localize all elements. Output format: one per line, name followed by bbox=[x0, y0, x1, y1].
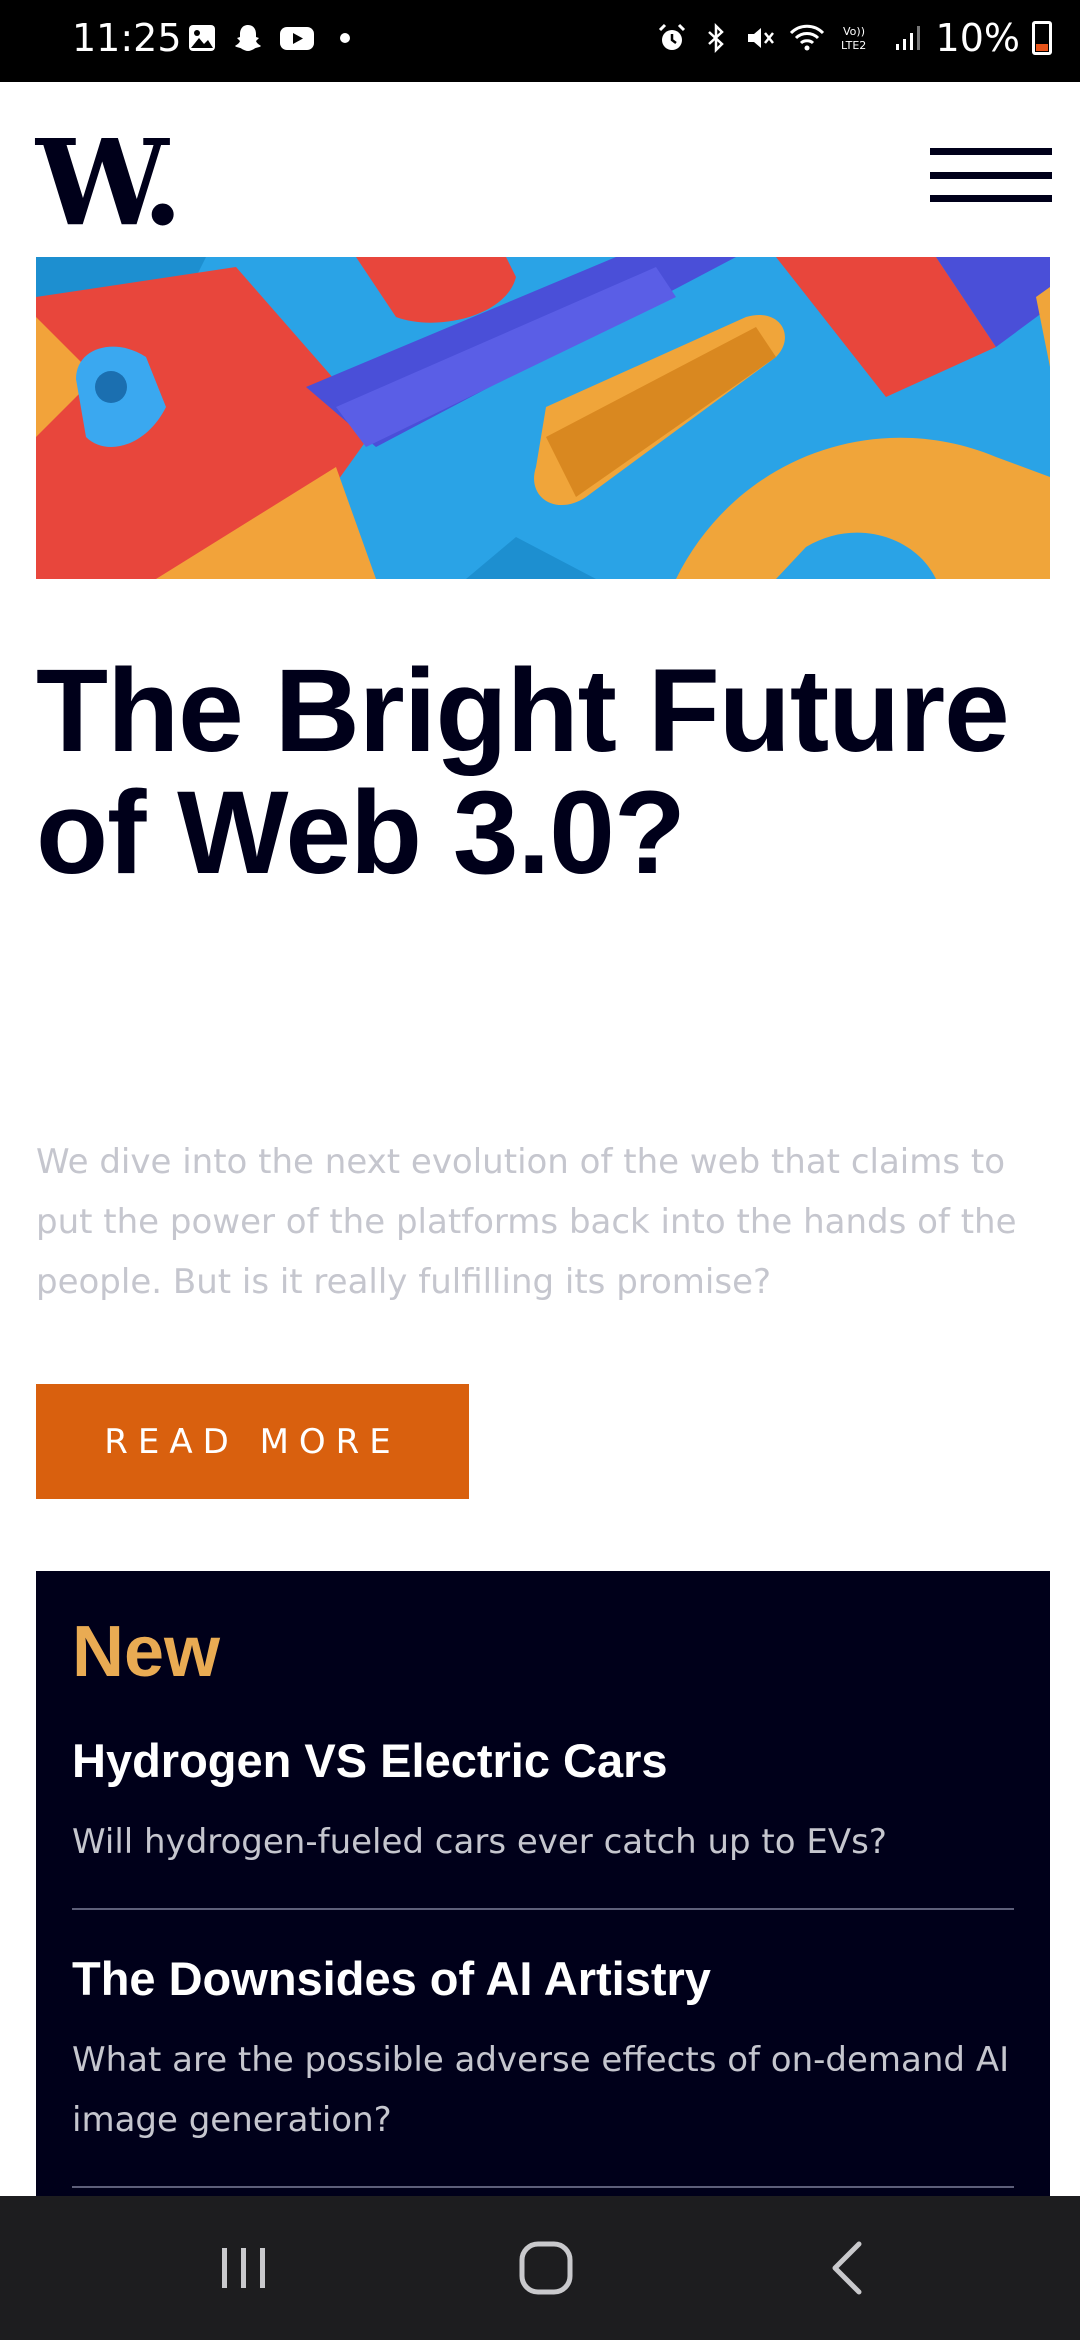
site-logo[interactable]: W. bbox=[36, 124, 183, 242]
status-left-icons bbox=[186, 22, 350, 54]
divider bbox=[72, 1908, 1014, 1910]
mute-icon bbox=[747, 28, 774, 48]
menu-line bbox=[930, 172, 1052, 179]
volte-icon: Vo))LTE2 bbox=[841, 25, 866, 52]
wifi-icon bbox=[789, 24, 824, 51]
home-icon bbox=[519, 2241, 573, 2295]
news-item-description: Will hydrogen-fueled cars ever catch up … bbox=[72, 1822, 887, 1862]
youtube-icon bbox=[280, 27, 314, 50]
article-title: The Bright Future of Web 3.0? bbox=[36, 645, 1010, 899]
alarm-icon bbox=[658, 23, 685, 50]
hero-image bbox=[36, 257, 1050, 579]
hamburger-icon[interactable] bbox=[930, 148, 1052, 202]
battery-percent: 10% bbox=[935, 16, 1020, 60]
svg-text:LTE2: LTE2 bbox=[841, 39, 866, 52]
battery-icon bbox=[1032, 21, 1052, 55]
new-section-heading: New bbox=[72, 1612, 221, 1692]
news-item-description: What are the possible adverse effects of… bbox=[72, 2040, 1010, 2140]
back-button[interactable] bbox=[768, 2196, 928, 2340]
menu-line bbox=[930, 195, 1052, 202]
status-bar: 11:25 Vo)) LTE2 10% bbox=[0, 0, 1080, 82]
status-time: 11:25 bbox=[72, 16, 182, 60]
menu-line bbox=[930, 148, 1052, 155]
divider bbox=[72, 2186, 1014, 2188]
notification-dot bbox=[340, 33, 350, 43]
recent-apps-icon bbox=[222, 2248, 265, 2288]
status-right-icons: Vo)) LTE2 10% bbox=[656, 16, 1052, 60]
signal-icon bbox=[895, 26, 920, 50]
article-summary: We dive into the next evolution of the w… bbox=[36, 1142, 1017, 1302]
system-nav-bar bbox=[0, 2196, 1080, 2340]
home-button[interactable] bbox=[466, 2196, 626, 2340]
read-more-button[interactable]: READ MORE bbox=[36, 1384, 469, 1499]
bluetooth-icon bbox=[707, 22, 724, 54]
svg-text:Vo)): Vo)) bbox=[843, 25, 865, 38]
new-section: New Hydrogen VS Electric Cars Will hydro… bbox=[36, 1571, 1050, 2251]
news-item[interactable]: The Downsides of AI Artistry What are th… bbox=[72, 1951, 1014, 2150]
recent-apps-button[interactable] bbox=[164, 2196, 324, 2340]
news-item-title[interactable]: The Downsides of AI Artistry bbox=[72, 1951, 1014, 2006]
gallery-icon bbox=[189, 25, 215, 51]
hero-illustration bbox=[36, 257, 1050, 579]
news-item-title[interactable]: Hydrogen VS Electric Cars bbox=[72, 1733, 1014, 1788]
snapchat-icon bbox=[235, 25, 261, 51]
back-icon bbox=[832, 2241, 862, 2295]
news-item[interactable]: Hydrogen VS Electric Cars Will hydrogen-… bbox=[72, 1733, 1014, 1872]
